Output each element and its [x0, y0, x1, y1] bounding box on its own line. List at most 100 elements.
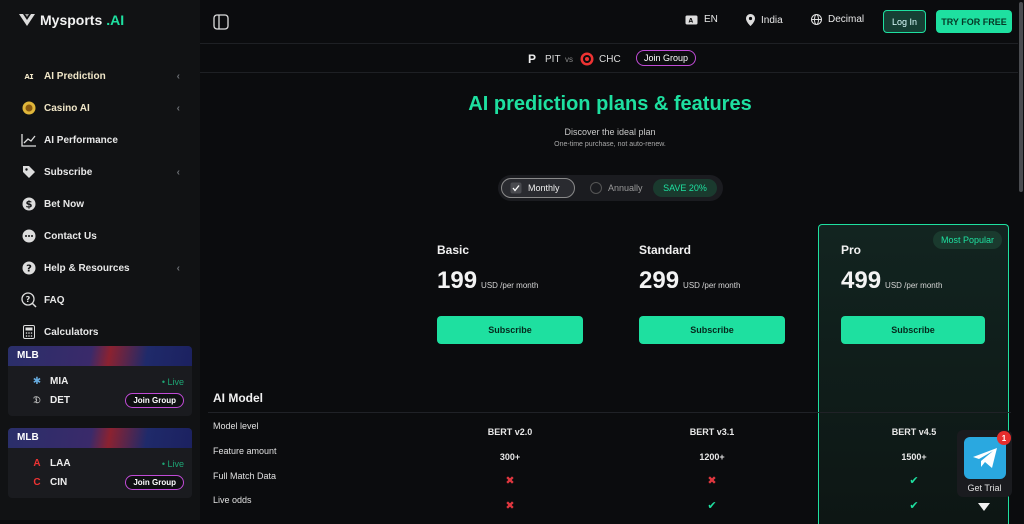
- monthly-label: Monthly: [528, 183, 560, 193]
- sidebar-item-label: Casino AI: [44, 102, 90, 114]
- language-selector[interactable]: A EN: [685, 14, 718, 25]
- feature-label: Full Match Data: [213, 471, 277, 481]
- login-button[interactable]: Log In: [883, 10, 926, 33]
- live-status: • Live: [161, 376, 184, 387]
- logo-icon: [19, 14, 35, 26]
- save-badge: SAVE 20%: [653, 179, 717, 197]
- match-card[interactable]: MLB A LAA • Live C CIN Join Group: [8, 428, 192, 498]
- sidebar-item-ai-prediction[interactable]: ᴀɪ AI Prediction ‹: [20, 65, 180, 87]
- region-label: India: [761, 14, 783, 26]
- sidebar-item-contact-us[interactable]: Contact Us: [20, 225, 180, 247]
- price-unit: USD /per month: [885, 281, 943, 290]
- dollar-icon: $: [20, 195, 38, 213]
- plan-name: Pro: [841, 243, 862, 257]
- try-for-free-button[interactable]: TRY FOR FREE: [936, 10, 1012, 33]
- annually-label: Annually: [608, 183, 643, 193]
- faq-icon: ?: [20, 291, 38, 309]
- feature-value: BERT v2.0: [487, 427, 533, 437]
- plan-price: 199: [437, 267, 478, 294]
- chevron-left-icon: ‹: [176, 102, 180, 114]
- sidebar-item-help-resources[interactable]: ? Help & Resources ‹: [20, 257, 180, 279]
- join-group-button[interactable]: Join Group: [125, 475, 184, 490]
- match-card[interactable]: MLB ✱ MIA • Live 𝔇 DET Join Group: [8, 346, 192, 416]
- plan-name: Basic: [437, 243, 470, 257]
- sidebar-item-faq[interactable]: ? FAQ: [20, 289, 180, 311]
- team-logo-icon: C: [33, 477, 41, 488]
- region-selector[interactable]: India: [746, 14, 783, 26]
- cross-icon: ✖: [505, 500, 515, 512]
- billing-toggle: Monthly Annually SAVE 20%: [498, 175, 723, 201]
- plan-standard: Standard 299 USD /per month: [639, 243, 740, 295]
- language-label: EN: [704, 14, 718, 25]
- brand-logo[interactable]: Mysports .AI: [18, 12, 124, 28]
- check-icon: ✔: [707, 500, 717, 512]
- sidebar-item-label: Calculators: [44, 326, 99, 338]
- sidebar-item-label: AI Performance: [44, 134, 118, 146]
- team-logo-icon: A: [33, 458, 41, 469]
- svg-text:?: ?: [26, 295, 31, 304]
- annually-option[interactable]: Annually: [590, 182, 643, 194]
- chat-icon: [20, 227, 38, 245]
- brand-suffix: .AI: [106, 12, 125, 28]
- get-trial-widget[interactable]: 1 Get Trial: [957, 430, 1012, 497]
- calculator-icon: [20, 323, 38, 341]
- most-popular-badge: Most Popular: [932, 231, 1002, 249]
- scroll-down-icon[interactable]: [978, 503, 990, 511]
- subscribe-pro-button[interactable]: Subscribe: [841, 316, 985, 344]
- pricing-section: AI prediction plans & features Discover …: [200, 73, 1018, 524]
- subscribe-standard-button[interactable]: Subscribe: [639, 316, 785, 344]
- sidebar-item-label: Subscribe: [44, 166, 93, 178]
- feature-section-title: AI Model: [213, 391, 263, 405]
- sidebar-item-label: FAQ: [44, 294, 65, 306]
- team-name: DET: [50, 395, 70, 406]
- team-name: CHC: [599, 54, 621, 65]
- join-group-button[interactable]: Join Group: [636, 50, 697, 66]
- subscribe-basic-button[interactable]: Subscribe: [437, 316, 583, 344]
- purchase-note: One-time purchase, not auto-renew.: [554, 141, 666, 148]
- price-unit: USD /per month: [683, 281, 741, 290]
- join-group-button[interactable]: Join Group: [125, 393, 184, 408]
- plan-price: 299: [639, 267, 680, 294]
- svg-text:A: A: [689, 17, 694, 24]
- sidebar-item-subscribe[interactable]: Subscribe ‹: [20, 161, 180, 183]
- feature-label: Feature amount: [213, 446, 277, 456]
- team-logo-icon: 𝔇: [33, 395, 41, 406]
- sidebar-item-ai-performance[interactable]: AI Performance: [20, 129, 180, 151]
- check-icon: ✔: [909, 500, 919, 512]
- scrollbar-thumb[interactable]: [1019, 2, 1023, 192]
- sidebar-item-calculators[interactable]: Calculators: [20, 321, 180, 343]
- globe-icon: [811, 14, 822, 25]
- sidebar-toggle-icon[interactable]: [213, 14, 229, 35]
- ai-icon: ᴀɪ: [24, 71, 34, 81]
- divider: [208, 412, 1011, 413]
- casino-chip-icon: [20, 99, 38, 117]
- monthly-option[interactable]: Monthly: [501, 178, 575, 198]
- brand-name: Mysports: [40, 12, 103, 28]
- radio-unchecked-icon: [590, 182, 602, 194]
- odds-format-label: Decimal: [828, 14, 865, 25]
- notification-badge: 1: [997, 431, 1011, 445]
- sidebar-item-label: Bet Now: [44, 198, 84, 210]
- sidebar-item-label: Help & Resources: [44, 262, 130, 274]
- top-bar: A EN India Decimal Log In TRY FOR FREE: [200, 0, 1024, 44]
- chevron-left-icon: ‹: [176, 70, 180, 82]
- svg-text:$: $: [26, 200, 33, 211]
- odds-format-selector[interactable]: Decimal: [811, 14, 864, 25]
- page-scrollbar[interactable]: [1018, 0, 1024, 520]
- sidebar-item-casino-ai[interactable]: Casino AI ‹: [20, 97, 180, 119]
- sidebar: Mysports .AI ᴀɪ AI Prediction ‹ Casino AI…: [0, 0, 200, 520]
- chart-line-icon: [20, 131, 38, 149]
- team-logo-icon: [580, 52, 594, 69]
- sidebar-item-label: AI Prediction: [44, 70, 106, 82]
- tag-icon: [20, 163, 38, 181]
- chevron-left-icon: ‹: [176, 262, 180, 274]
- team-name: MIA: [50, 376, 69, 387]
- location-pin-icon: [746, 14, 755, 26]
- featured-match-bar: P PIT vs CHC Join Group: [200, 45, 1024, 73]
- team-name: LAA: [50, 458, 71, 469]
- sidebar-item-bet-now[interactable]: $ Bet Now: [20, 193, 180, 215]
- plan-basic: Basic 199 USD /per month: [437, 243, 538, 295]
- team-logo-icon: ✱: [32, 376, 42, 387]
- page-subtitle: Discover the ideal plan: [564, 127, 656, 137]
- cross-icon: ✖: [505, 475, 515, 487]
